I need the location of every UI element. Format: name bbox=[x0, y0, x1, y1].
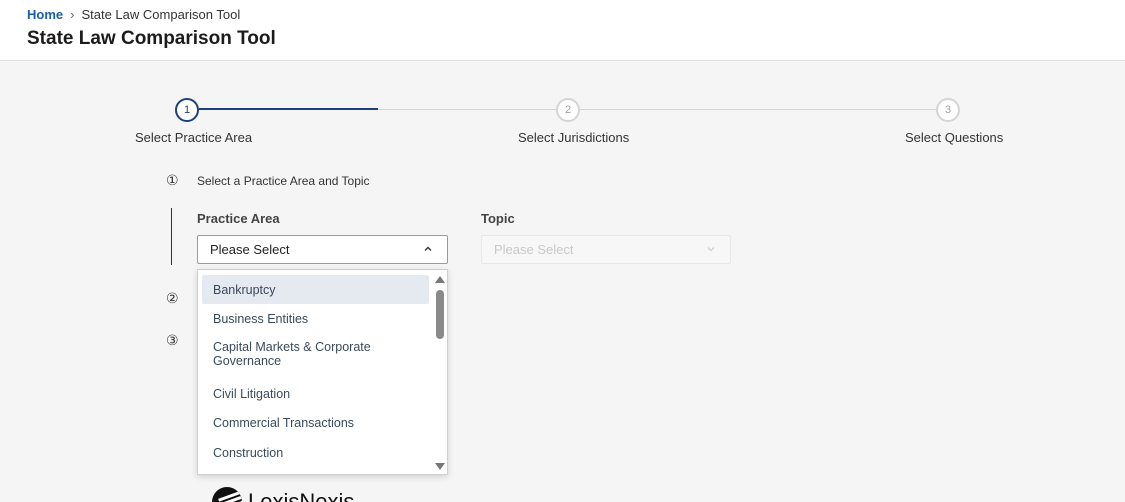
dropdown-option[interactable]: Business Entities bbox=[202, 305, 429, 333]
topic-select[interactable]: Please Select bbox=[481, 235, 731, 264]
step-3-circle[interactable]: 3 bbox=[936, 98, 960, 122]
breadcrumb-chevron-icon: › bbox=[70, 7, 75, 22]
question-1-divider bbox=[171, 208, 172, 265]
logo-text: LexisNexis bbox=[248, 489, 355, 502]
page-title: State Law Comparison Tool bbox=[27, 28, 276, 49]
scroll-down-arrow-icon[interactable] bbox=[435, 463, 445, 470]
question-3-number: ③ bbox=[166, 332, 179, 348]
step-2-label: Select Jurisdictions bbox=[518, 130, 630, 145]
dropdown-scrollbar[interactable] bbox=[435, 274, 445, 472]
lexisnexis-logo-icon bbox=[212, 487, 242, 502]
step-1-circle[interactable]: 1 bbox=[175, 98, 199, 122]
question-1-number: ① bbox=[166, 172, 179, 188]
practice-area-dropdown-list: Bankruptcy Business Entities Capital Mar… bbox=[197, 269, 448, 475]
chevron-down-icon bbox=[707, 247, 715, 252]
step-progress-line bbox=[378, 109, 556, 110]
dropdown-option[interactable]: Commercial Transactions bbox=[202, 409, 429, 437]
dropdown-option[interactable]: Capital Markets & Corporate Governance bbox=[202, 336, 429, 372]
dropdown-option[interactable]: Bankruptcy bbox=[202, 275, 429, 304]
step-1-label: Select Practice Area bbox=[135, 130, 253, 145]
step-progress-line bbox=[580, 109, 936, 110]
breadcrumb-home-link[interactable]: Home bbox=[27, 7, 63, 22]
topic-select-value: Please Select bbox=[494, 242, 574, 257]
practice-area-select[interactable]: Please Select bbox=[197, 235, 448, 264]
scrollbar-thumb[interactable] bbox=[436, 290, 444, 339]
step-2-circle[interactable]: 2 bbox=[556, 98, 580, 122]
chevron-up-icon bbox=[424, 246, 432, 251]
progress-stepper: 1 2 3 Select Practice Area Select Jurisd… bbox=[0, 96, 1125, 156]
lexisnexis-logo: LexisNexis bbox=[212, 487, 354, 502]
page-header: Home › State Law Comparison Tool State L… bbox=[0, 0, 1125, 61]
practice-area-select-value: Please Select bbox=[210, 242, 290, 257]
dropdown-option[interactable]: Civil Litigation bbox=[202, 380, 429, 408]
dropdown-option[interactable]: Construction bbox=[202, 439, 429, 467]
practice-area-label: Practice Area bbox=[197, 211, 280, 226]
breadcrumb-current: State Law Comparison Tool bbox=[81, 7, 241, 22]
step-progress-line-active bbox=[199, 108, 378, 110]
scroll-up-arrow-icon[interactable] bbox=[435, 276, 445, 283]
question-2-number: ② bbox=[166, 290, 179, 306]
topic-label: Topic bbox=[481, 211, 515, 226]
breadcrumb: Home › State Law Comparison Tool bbox=[27, 7, 240, 22]
question-1-text: Select a Practice Area and Topic bbox=[197, 174, 370, 188]
step-3-label: Select Questions bbox=[905, 130, 1004, 145]
